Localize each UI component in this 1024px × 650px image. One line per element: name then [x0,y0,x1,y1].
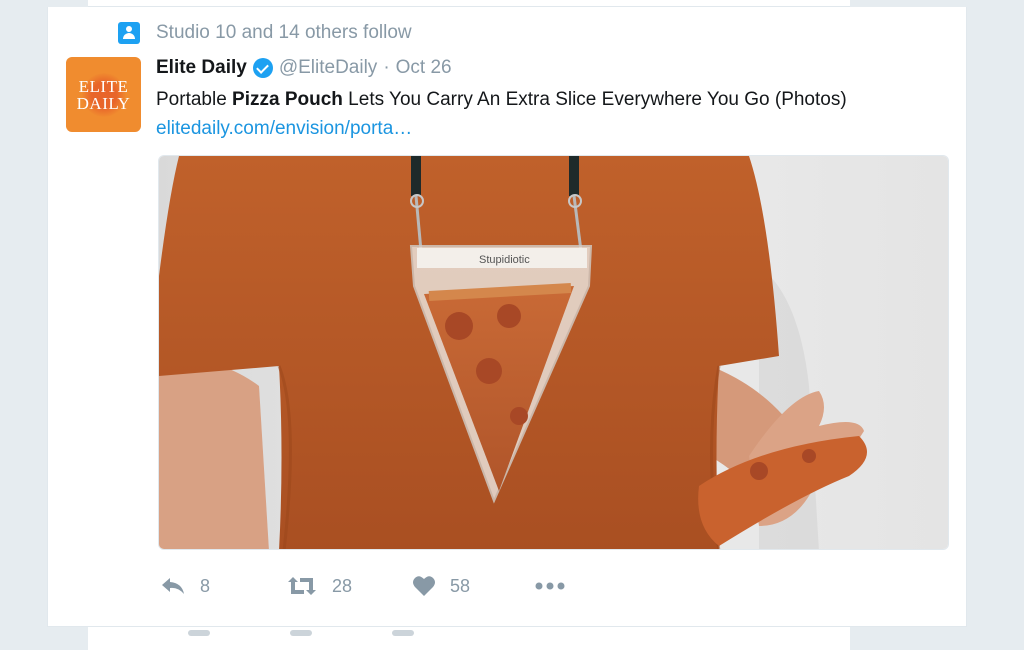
heart-icon [413,576,435,596]
tweet-timestamp[interactable]: Oct 26 [396,57,452,79]
avatar-logo-line1: ELITE [78,76,129,96]
social-context-text: Studio 10 and 14 others follow [156,22,412,43]
retweet-count: 28 [332,575,353,596]
avatar-logo-line2: DAILY [76,93,131,113]
tweet-text-bold: Pizza Pouch [232,89,343,110]
next-tweet-actions [188,627,548,636]
pouch-brand-label: Stupidiotic [479,254,530,266]
separator-dot: · [383,57,390,78]
author-name[interactable]: Elite Daily [156,57,247,79]
tweet-photo[interactable]: Stupidiotic [158,155,949,550]
like-count: 58 [450,575,471,596]
tweet-text: Portable Pizza Pouch Lets You Carry An E… [156,85,946,143]
avatar[interactable]: ELITE DAILY [66,57,141,132]
tweet-header: Elite Daily @EliteDaily · Oct 26 [156,56,452,80]
retweet-button[interactable]: 28 [286,576,412,597]
tweet-text-prefix: Portable [156,89,233,110]
tweet-link[interactable]: elitedaily.com/envision/porta… [156,118,412,139]
tweet-text-suffix: Lets You Carry An Extra Slice Everywhere… [342,89,847,110]
retweet-icon [288,577,316,595]
social-context: Studio 10 and 14 others follow [118,21,412,45]
reply-button[interactable]: 8 [160,576,286,597]
previous-tweet-card [88,0,850,7]
reply-icon [162,578,184,594]
tweet-actions: 8 28 58 [160,573,566,599]
reply-count: 8 [200,575,211,596]
tweet-card[interactable]: Studio 10 and 14 others follow ELITE DAI… [47,7,967,627]
person-follow-icon [118,22,140,44]
author-handle[interactable]: @EliteDaily [279,57,377,79]
more-button[interactable] [534,581,566,591]
verified-badge-icon [252,58,273,78]
more-dots-icon [535,582,565,590]
next-tweet-card [88,626,850,650]
avatar-logo: ELITE DAILY [77,78,131,112]
like-button[interactable]: 58 [412,575,534,597]
pizza-pouch-photo: Stupidiotic [159,156,948,549]
